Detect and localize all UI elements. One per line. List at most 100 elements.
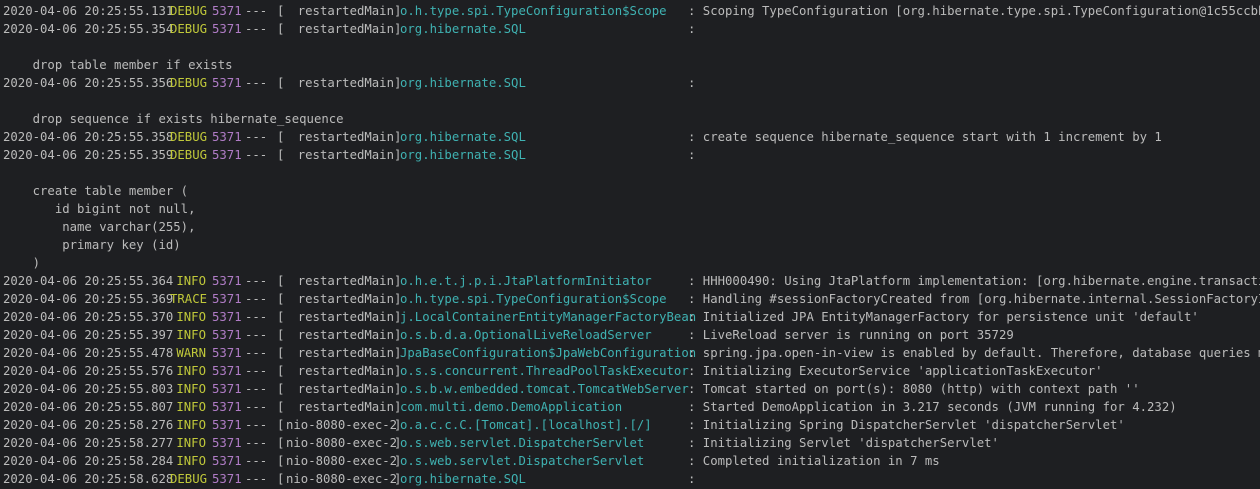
log-logger: j.LocalContainerEntityManagerFactoryBean xyxy=(400,310,697,324)
sql-line: drop sequence if exists hibernate_sequen… xyxy=(0,110,1260,128)
sql-line xyxy=(0,38,1260,56)
sql-text: drop table member if exists xyxy=(3,58,233,72)
log-pid: 5371 xyxy=(212,382,242,396)
log-line: 2020-04-06 20:25:58.628 DEBUG 5371 --- [nio-… xyxy=(0,470,1260,488)
log-line: 2020-04-06 20:25:55.356 DEBUG 5371 --- [rest… xyxy=(0,74,1260,92)
log-message: : Initializing Spring DispatcherServlet … xyxy=(688,418,1125,432)
log-level: DEBUG xyxy=(170,130,208,144)
log-pid: 5371 xyxy=(212,130,242,144)
sql-text: name varchar(255), xyxy=(3,220,196,234)
log-timestamp: 2020-04-06 20:25:55.803 xyxy=(3,382,174,396)
log-message: : create sequence hibernate_sequence sta… xyxy=(688,130,1162,144)
log-line: 2020-04-06 20:25:55.576 INFO 5371 --- [resta… xyxy=(0,362,1260,380)
log-pid: 5371 xyxy=(212,292,242,306)
log-pid: 5371 xyxy=(212,328,242,342)
log-timestamp: 2020-04-06 20:25:55.369 xyxy=(3,292,174,306)
log-level: INFO xyxy=(176,328,206,342)
log-logger: o.h.e.t.j.p.i.JtaPlatformInitiator xyxy=(400,274,652,288)
log-line: 2020-04-06 20:25:55.359 DEBUG 5371 --- [rest… xyxy=(0,146,1260,164)
log-separator: --- xyxy=(245,76,268,90)
log-pid: 5371 xyxy=(212,346,242,360)
log-thread: nio-8080-exec-2 xyxy=(286,436,398,450)
log-level: WARN xyxy=(176,346,206,360)
thread-bracket-open: [ xyxy=(277,400,285,414)
log-level: DEBUG xyxy=(170,76,208,90)
log-line: 2020-04-06 20:25:55.370 INFO 5371 --- [resta… xyxy=(0,308,1260,326)
log-message: : xyxy=(688,76,696,90)
log-level: INFO xyxy=(176,364,206,378)
log-logger: org.hibernate.SQL xyxy=(400,130,526,144)
log-thread: nio-8080-exec-2 xyxy=(286,418,398,432)
log-message: : Initializing ExecutorService 'applicat… xyxy=(688,364,1103,378)
log-logger: com.multi.demo.DemoApplication xyxy=(400,400,623,414)
log-line: 2020-04-06 20:25:58.284 INFO 5371 --- [nio-8… xyxy=(0,452,1260,470)
log-logger: o.h.type.spi.TypeConfiguration$Scope xyxy=(400,4,667,18)
log-level: INFO xyxy=(176,274,206,288)
log-line: 2020-04-06 20:25:55.131 DEBUG 5371 --- [rest… xyxy=(0,2,1260,20)
thread-bracket-open: [ xyxy=(277,436,285,450)
thread-bracket-open: [ xyxy=(277,274,285,288)
log-level: INFO xyxy=(176,400,206,414)
log-separator: --- xyxy=(245,310,268,324)
log-message: : LiveReload server is running on port 3… xyxy=(688,328,1014,342)
log-thread: restartedMain xyxy=(297,364,394,378)
log-thread: restartedMain xyxy=(297,22,394,36)
log-separator: --- xyxy=(245,130,268,144)
log-pid: 5371 xyxy=(212,400,242,414)
log-level: DEBUG xyxy=(170,148,208,162)
log-message: : Started DemoApplication in 3.217 secon… xyxy=(688,400,1177,414)
log-thread: restartedMain xyxy=(297,274,394,288)
log-level: DEBUG xyxy=(170,22,208,36)
log-line: 2020-04-06 20:25:55.397 INFO 5371 --- [resta… xyxy=(0,326,1260,344)
log-timestamp: 2020-04-06 20:25:55.131 xyxy=(3,4,174,18)
log-message: : HHH000490: Using JtaPlatform implement… xyxy=(688,274,1260,288)
log-line: 2020-04-06 20:25:55.358 DEBUG 5371 --- [rest… xyxy=(0,128,1260,146)
thread-bracket-open: [ xyxy=(277,76,285,90)
log-level: INFO xyxy=(176,436,206,450)
thread-bracket-open: [ xyxy=(277,328,285,342)
log-logger: o.h.type.spi.TypeConfiguration$Scope xyxy=(400,292,667,306)
log-message: : Initializing Servlet 'dispatcherServle… xyxy=(688,436,999,450)
log-pid: 5371 xyxy=(212,310,242,324)
log-pid: 5371 xyxy=(212,364,242,378)
log-logger: org.hibernate.SQL xyxy=(400,76,526,90)
log-timestamp: 2020-04-06 20:25:55.354 xyxy=(3,22,174,36)
log-logger: org.hibernate.SQL xyxy=(400,22,526,36)
sql-text: ) xyxy=(3,256,41,270)
sql-text: id bigint not null, xyxy=(3,202,196,216)
console-output: 2020-04-06 20:25:55.131 DEBUG 5371 ---[rest… xyxy=(0,0,1260,489)
log-separator: --- xyxy=(245,346,268,360)
log-pid: 5371 xyxy=(212,436,242,450)
log-timestamp: 2020-04-06 20:25:58.277 xyxy=(3,436,174,450)
log-thread: restartedMain xyxy=(297,148,394,162)
log-logger: o.s.web.servlet.DispatcherServlet xyxy=(400,454,645,468)
log-line: 2020-04-06 20:25:55.807 INFO 5371 --- [resta… xyxy=(0,398,1260,416)
log-thread: nio-8080-exec-2 xyxy=(286,454,398,468)
log-separator: --- xyxy=(245,418,268,432)
log-line: 2020-04-06 20:25:55.478 WARN 5371 --- [resta… xyxy=(0,344,1260,362)
log-message: : xyxy=(688,472,696,486)
log-separator: --- xyxy=(245,22,268,36)
log-line: 2020-04-06 20:25:58.277 INFO 5371 --- [nio-8… xyxy=(0,434,1260,452)
log-message: : xyxy=(688,148,696,162)
log-line: 2020-04-06 20:25:55.364 INFO 5371 --- [resta… xyxy=(0,272,1260,290)
log-pid: 5371 xyxy=(212,472,242,486)
thread-bracket-open: [ xyxy=(277,310,285,324)
log-logger: o.s.web.servlet.DispatcherServlet xyxy=(400,436,645,450)
thread-bracket-open: [ xyxy=(277,148,285,162)
log-pid: 5371 xyxy=(212,418,242,432)
log-timestamp: 2020-04-06 20:25:58.284 xyxy=(3,454,174,468)
sql-line: create table member ( xyxy=(0,182,1260,200)
log-separator: --- xyxy=(245,148,268,162)
log-message: : xyxy=(688,22,696,36)
thread-bracket-open: [ xyxy=(277,454,285,468)
log-timestamp: 2020-04-06 20:25:55.359 xyxy=(3,148,174,162)
log-message: : Scoping TypeConfiguration [org.hiberna… xyxy=(688,4,1260,18)
log-thread: restartedMain xyxy=(297,400,394,414)
thread-bracket-open: [ xyxy=(277,472,285,486)
log-level: DEBUG xyxy=(170,4,208,18)
log-separator: --- xyxy=(245,292,268,306)
log-level: INFO xyxy=(176,310,206,324)
log-thread: nio-8080-exec-2 xyxy=(286,472,398,486)
log-timestamp: 2020-04-06 20:25:55.478 xyxy=(3,346,174,360)
